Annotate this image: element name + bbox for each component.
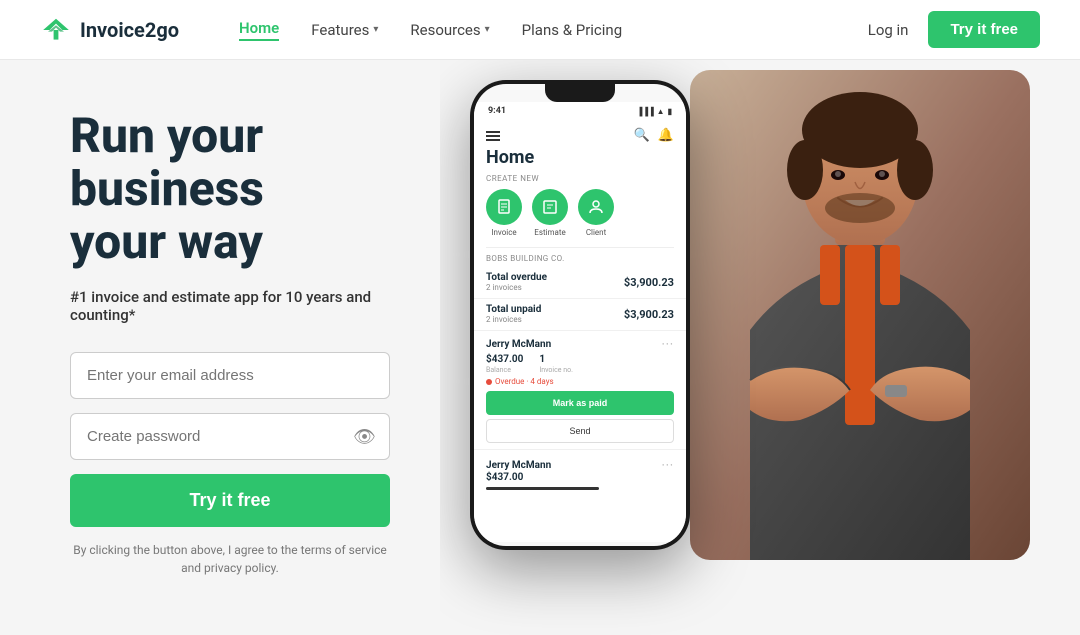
nav-plans-pricing[interactable]: Plans & Pricing <box>522 21 622 39</box>
stat-overdue-amount: $3,900.23 <box>624 276 674 289</box>
client-row-2-top: Jerry McMann ··· <box>486 458 674 472</box>
phone-app-header: 🔍 🔔 <box>474 120 686 147</box>
client-label: Client <box>586 228 606 237</box>
left-panel: Run your business your way #1 invoice an… <box>0 60 440 635</box>
password-input[interactable] <box>70 413 390 460</box>
stat-row-unpaid: Total unpaid 2 invoices $3,900.23 <box>474 299 686 331</box>
hero-headline: Run your business your way <box>70 110 390 268</box>
eye-icon[interactable]: 👁 <box>353 426 376 447</box>
wifi-icon: ▲ <box>657 107 665 116</box>
bell-icon[interactable]: 🔔 <box>658 128 674 143</box>
hamburger-icon[interactable] <box>486 131 500 141</box>
chevron-down-icon: ▾ <box>485 24 490 35</box>
send-button[interactable]: Send <box>486 419 674 443</box>
person-photo-card <box>690 70 1030 560</box>
estimate-label: Estimate <box>534 228 565 237</box>
right-panel: 9:41 ▐▐▐ ▲ ▮ 🔍 🔔 <box>440 60 1080 635</box>
create-new-label: CREATE NEW <box>474 174 686 183</box>
phone-header-icons: 🔍 🔔 <box>634 128 674 143</box>
password-wrapper: 👁 <box>70 413 390 460</box>
phone-home-title: Home <box>474 147 686 174</box>
search-icon[interactable]: 🔍 <box>634 128 650 143</box>
estimate-icon-circle <box>532 189 568 225</box>
client-balance-2: $437.00 <box>486 472 674 483</box>
main-nav: Home Features ▾ Resources ▾ Plans & Pric… <box>239 19 868 41</box>
site-header: Invoice2go Home Features ▾ Resources ▾ P… <box>0 0 1080 60</box>
company-label: BOBS BUILDING CO. <box>474 254 686 263</box>
signal-icon: ▐▐▐ <box>637 107 654 116</box>
create-client-item[interactable]: Client <box>578 189 614 237</box>
main-content: Run your business your way #1 invoice an… <box>0 60 1080 635</box>
phone-status-icons: ▐▐▐ ▲ ▮ <box>637 107 672 116</box>
nav-right: Log in Try it free <box>868 11 1040 48</box>
client-row-1: Jerry McMann ··· $437.00 Balance 1 Invoi… <box>474 331 686 450</box>
nav-resources[interactable]: Resources ▾ <box>410 21 489 39</box>
invoice-icon-circle <box>486 189 522 225</box>
phone-mockup: 9:41 ▐▐▐ ▲ ▮ 🔍 🔔 <box>470 80 690 550</box>
create-invoice-item[interactable]: Invoice <box>486 189 522 237</box>
phone-status-bar: 9:41 ▐▐▐ ▲ ▮ <box>474 102 686 120</box>
invoice-count-detail: 1 Invoice no. <box>539 354 573 374</box>
nav-features[interactable]: Features ▾ <box>311 21 378 39</box>
client-row-top: Jerry McMann ··· <box>486 337 674 351</box>
create-estimate-item[interactable]: Estimate <box>532 189 568 237</box>
logo[interactable]: Invoice2go <box>40 14 179 46</box>
balance-progress-bar <box>486 487 599 490</box>
overdue-indicator <box>486 379 492 385</box>
client-name-1: Jerry McMann <box>486 339 551 350</box>
chevron-down-icon: ▾ <box>373 24 378 35</box>
stat-row-overdue: Total overdue 2 invoices $3,900.23 <box>474 267 686 299</box>
invoice-label: Invoice <box>491 228 516 237</box>
stat-unpaid-label: Total unpaid 2 invoices <box>486 304 541 325</box>
disclaimer-text: By clicking the button above, I agree to… <box>70 541 390 577</box>
client-name-2: Jerry McMann <box>486 460 551 471</box>
nav-home[interactable]: Home <box>239 19 279 41</box>
stat-unpaid-amount: $3,900.23 <box>624 308 674 321</box>
login-link[interactable]: Log in <box>868 21 909 39</box>
create-icons-row: Invoice Estimate Client <box>474 189 686 237</box>
logo-text: Invoice2go <box>80 18 179 42</box>
phone-time: 9:41 <box>488 106 506 116</box>
phone-app-screen: 🔍 🔔 Home CREATE NEW Invoice <box>474 120 686 542</box>
mark-as-paid-button[interactable]: Mark as paid <box>486 391 674 415</box>
divider <box>486 247 674 248</box>
try-free-main-button[interactable]: Try it free <box>70 474 390 527</box>
client-row-2: Jerry McMann ··· $437.00 <box>474 450 686 494</box>
try-free-header-button[interactable]: Try it free <box>928 11 1040 48</box>
client-details: $437.00 Balance 1 Invoice no. <box>486 354 674 374</box>
person-illustration <box>690 70 1030 560</box>
hero-subheadline: #1 invoice and estimate app for 10 years… <box>70 288 390 324</box>
overdue-tag: Overdue · 4 days <box>486 377 674 386</box>
client-icon-circle <box>578 189 614 225</box>
phone-screen-container: 9:41 ▐▐▐ ▲ ▮ 🔍 🔔 <box>474 84 686 546</box>
logo-icon <box>40 14 72 46</box>
email-input[interactable] <box>70 352 390 399</box>
battery-icon: ▮ <box>668 107 672 116</box>
dots-menu-icon[interactable]: ··· <box>662 337 674 351</box>
balance-detail: $437.00 Balance <box>486 354 523 374</box>
phone-notch <box>545 84 615 102</box>
dots-menu-icon-2[interactable]: ··· <box>662 458 674 472</box>
stat-overdue-label: Total overdue 2 invoices <box>486 272 547 293</box>
